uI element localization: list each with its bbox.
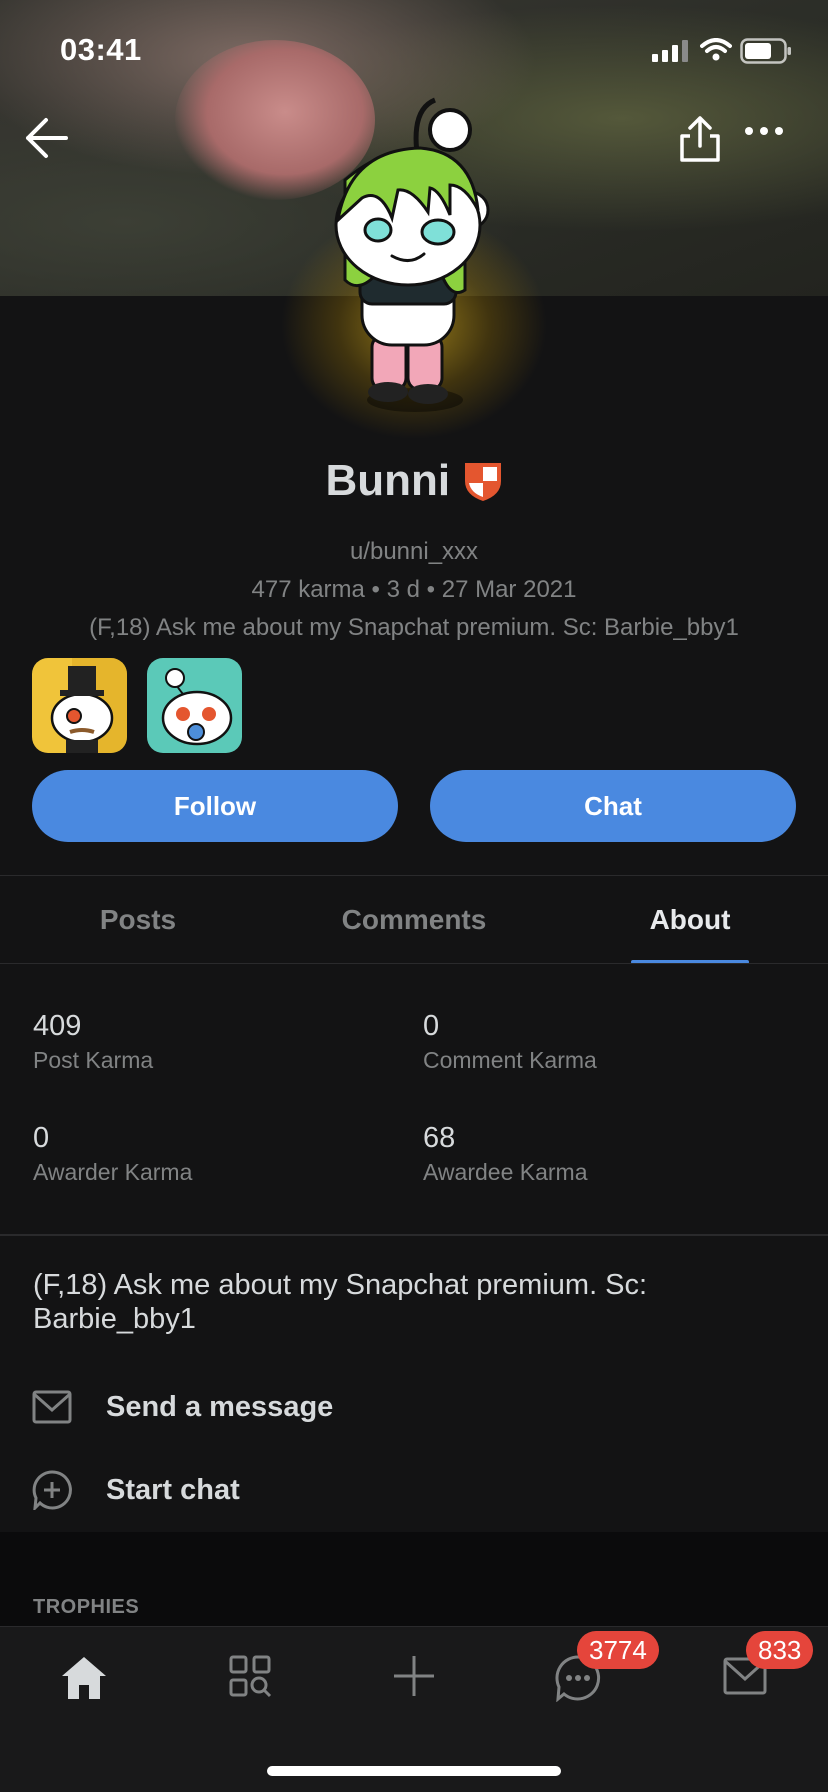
signal-icon xyxy=(652,40,688,62)
snoo-avatar xyxy=(334,97,490,412)
profile-name-row: Bunni xyxy=(0,456,828,506)
chat-plus-icon xyxy=(32,1470,72,1510)
karma-age-line: 477 karma • 3 d • 27 Mar 2021 xyxy=(251,576,577,603)
stat-awarder-karma: 0 Awarder Karma xyxy=(33,1122,192,1186)
tab-about[interactable]: About xyxy=(552,876,828,964)
stats-divider xyxy=(0,1234,828,1236)
post-karma-label: Post Karma xyxy=(33,1047,154,1073)
display-name: Bunni xyxy=(325,456,451,505)
username: u/bunni_xxx xyxy=(349,538,479,565)
home-icon[interactable] xyxy=(60,1654,108,1702)
achievement-badges xyxy=(32,658,242,753)
moderator-shield-icon xyxy=(464,463,501,501)
create-post-icon[interactable] xyxy=(392,1654,436,1698)
stat-awardee-karma: 68 Awardee Karma xyxy=(423,1122,588,1186)
awarder-karma-label: Awarder Karma xyxy=(33,1159,193,1185)
discover-icon[interactable] xyxy=(228,1654,272,1698)
tab-comments[interactable]: Comments xyxy=(276,876,552,964)
awardee-karma-value: 68 xyxy=(423,1122,456,1154)
tabs-bottom-divider xyxy=(0,963,828,964)
profile-tabs: Posts Comments About xyxy=(0,876,828,964)
send-message-label: Send a message xyxy=(106,1390,334,1423)
awardee-karma-label: Awardee Karma xyxy=(423,1159,588,1185)
pacifier-snoo-badge-icon[interactable] xyxy=(147,658,242,753)
top-hat-snoo-badge-icon[interactable] xyxy=(32,658,127,753)
more-options-icon[interactable] xyxy=(744,124,784,138)
stat-post-karma: 409 Post Karma xyxy=(33,1010,153,1074)
stat-comment-karma: 0 Comment Karma xyxy=(423,1010,597,1074)
start-chat-label: Start chat xyxy=(106,1473,240,1506)
share-icon[interactable] xyxy=(676,114,724,164)
chat-button[interactable]: Chat xyxy=(430,770,796,842)
inbox-badge-count: 833 xyxy=(746,1631,814,1669)
send-message-action[interactable]: Send a message xyxy=(32,1390,333,1424)
awarder-karma-value: 0 xyxy=(33,1122,50,1154)
about-description: (F,18) Ask me about my Snapchat premium.… xyxy=(33,1269,648,1335)
post-karma-value: 409 xyxy=(33,1010,82,1042)
status-time: 03:41 xyxy=(60,32,142,67)
comment-karma-label: Comment Karma xyxy=(423,1047,597,1073)
back-arrow-icon[interactable] xyxy=(22,114,70,162)
start-chat-action[interactable]: Start chat xyxy=(32,1470,240,1510)
profile-bio: (F,18) Ask me about my Snapchat premium.… xyxy=(89,614,739,641)
wifi-icon xyxy=(700,38,732,61)
comment-karma-value: 0 xyxy=(423,1010,440,1042)
tab-posts[interactable]: Posts xyxy=(0,876,276,964)
home-indicator xyxy=(267,1766,561,1776)
status-bar: 03:41 xyxy=(0,0,828,100)
follow-button[interactable]: Follow xyxy=(32,770,398,842)
mail-icon xyxy=(32,1390,72,1424)
battery-icon xyxy=(740,38,791,64)
chat-badge-count: 3774 xyxy=(577,1631,659,1669)
trophies-heading: TROPHIES xyxy=(33,1596,140,1618)
